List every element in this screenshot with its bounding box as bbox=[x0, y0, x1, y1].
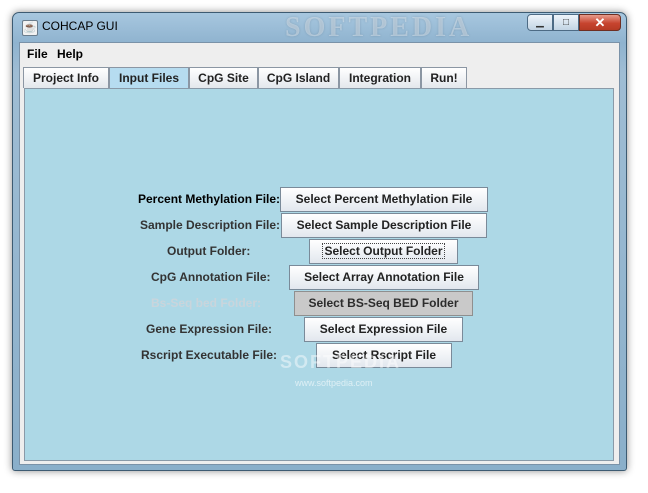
menu-help[interactable]: Help bbox=[57, 47, 83, 61]
select-bs-seq-bed-folder-button[interactable]: Select BS-Seq BED Folder bbox=[294, 291, 473, 316]
output-folder-label: Output Folder: bbox=[167, 244, 251, 258]
input-files-panel: Percent Methylation File: Select Percent… bbox=[24, 88, 614, 461]
select-array-annotation-button[interactable]: Select Array Annotation File bbox=[289, 265, 479, 290]
window-title: COHCAP GUI bbox=[42, 19, 118, 33]
tab-run[interactable]: Run! bbox=[421, 67, 467, 88]
tab-strip: Project Info Input Files CpG Site CpG Is… bbox=[23, 67, 618, 89]
java-app-icon: ☕ bbox=[22, 20, 38, 36]
sample-description-label: Sample Description File: bbox=[140, 218, 281, 232]
window-client-area: File Help Project Info Input Files CpG S… bbox=[19, 42, 620, 465]
percent-methylation-label: Percent Methylation File: bbox=[138, 192, 281, 206]
select-output-folder-text: Select Output Folder bbox=[322, 243, 445, 259]
gene-expression-label: Gene Expression File: bbox=[146, 322, 273, 336]
close-button[interactable]: ✕ bbox=[579, 14, 621, 31]
app-window: ☕ COHCAP GUI SOFTPEDIA ▁ □ ✕ File Help P… bbox=[12, 12, 627, 471]
cpg-annotation-label: CpG Annotation File: bbox=[151, 270, 271, 284]
tab-cpg-island[interactable]: CpG Island bbox=[258, 67, 339, 88]
tab-project-info[interactable]: Project Info bbox=[23, 67, 109, 88]
select-sample-description-button[interactable]: Select Sample Description File bbox=[281, 213, 487, 238]
title-bar[interactable]: ☕ COHCAP GUI SOFTPEDIA ▁ □ ✕ bbox=[13, 12, 626, 43]
tab-integration[interactable]: Integration bbox=[339, 67, 421, 88]
rscript-executable-label: Rscript Executable File: bbox=[141, 348, 278, 362]
softpedia-watermark: SOFTPEDIA bbox=[285, 12, 473, 43]
tab-input-files[interactable]: Input Files bbox=[109, 67, 189, 89]
menu-bar: File Help bbox=[20, 43, 619, 65]
bs-seq-bed-folder-label: Bs-Seq bed Folder: bbox=[151, 296, 262, 310]
softpedia-watermark-center: SOFTPEDIA bbox=[280, 352, 402, 372]
tab-cpg-site[interactable]: CpG Site bbox=[189, 67, 258, 88]
select-output-folder-button[interactable]: Select Output Folder bbox=[309, 239, 458, 264]
select-expression-file-button[interactable]: Select Expression File bbox=[304, 317, 463, 342]
maximize-button[interactable]: □ bbox=[553, 14, 579, 31]
select-percent-methylation-button[interactable]: Select Percent Methylation File bbox=[280, 187, 488, 212]
minimize-button[interactable]: ▁ bbox=[527, 14, 553, 31]
caption-buttons: ▁ □ ✕ bbox=[527, 14, 621, 31]
menu-file[interactable]: File bbox=[27, 47, 48, 61]
softpedia-url-watermark: www.softpedia.com bbox=[295, 378, 373, 388]
